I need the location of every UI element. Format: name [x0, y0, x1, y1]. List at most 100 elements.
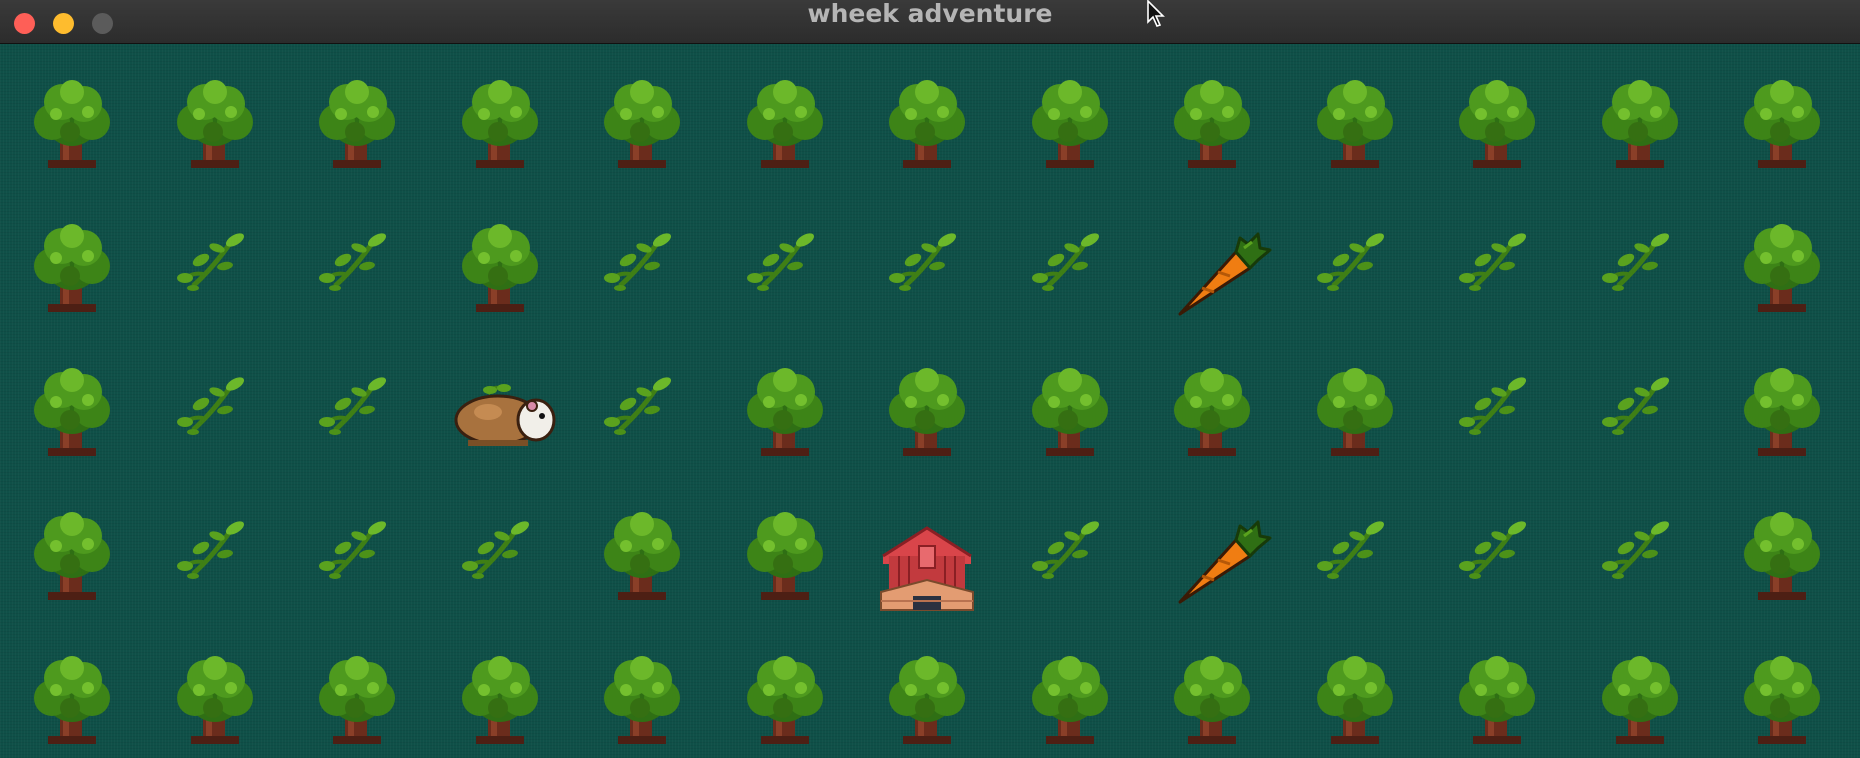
- grass-tile: [1283, 476, 1427, 620]
- grass-icon: [462, 521, 530, 579]
- grass-tile: [1283, 188, 1427, 332]
- grass-icon: [1602, 233, 1670, 291]
- tree-icon: [889, 656, 965, 744]
- tree-tile: [1425, 620, 1569, 758]
- tree-tile: [0, 44, 144, 188]
- tree-tile: [1140, 620, 1284, 758]
- carrot-tile: [1140, 188, 1284, 332]
- grass-icon: [889, 233, 957, 291]
- tree-icon: [34, 368, 110, 456]
- tree-tile: [998, 44, 1142, 188]
- tree-icon: [747, 656, 823, 744]
- guinea-pig-tile[interactable]: [428, 332, 572, 476]
- tree-icon: [747, 80, 823, 168]
- tree-icon: [604, 80, 680, 168]
- game-window: wheek adventure: [0, 0, 1860, 758]
- tree-tile: [285, 44, 429, 188]
- tree-tile: [1710, 44, 1854, 188]
- game-board[interactable]: [0, 44, 1860, 758]
- tree-tile: [1568, 620, 1712, 758]
- grass-tile: [570, 188, 714, 332]
- grass-tile: [143, 332, 287, 476]
- grass-tile: [1425, 188, 1569, 332]
- tree-tile: [428, 188, 572, 332]
- tree-icon: [1744, 512, 1820, 600]
- tree-tile: [1283, 44, 1427, 188]
- grass-icon: [604, 377, 672, 435]
- tree-tile: [1283, 620, 1427, 758]
- tree-tile: [570, 44, 714, 188]
- tree-tile: [713, 44, 857, 188]
- tree-tile: [570, 620, 714, 758]
- tree-tile: [1140, 332, 1284, 476]
- grass-tile: [285, 476, 429, 620]
- grass-icon: [1459, 233, 1527, 291]
- grass-icon: [1602, 521, 1670, 579]
- tree-tile: [285, 620, 429, 758]
- grass-tile: [428, 476, 572, 620]
- grass-icon: [177, 521, 245, 579]
- tree-tile: [1283, 332, 1427, 476]
- tree-tile: [428, 44, 572, 188]
- tree-tile: [1140, 44, 1284, 188]
- grass-tile: [1425, 332, 1569, 476]
- tree-tile: [998, 620, 1142, 758]
- tree-icon: [462, 80, 538, 168]
- grass-icon: [747, 233, 815, 291]
- grass-tile: [855, 188, 999, 332]
- carrot-icon: [1178, 520, 1272, 604]
- tree-tile: [143, 620, 287, 758]
- tree-icon: [1317, 368, 1393, 456]
- tree-tile: [0, 476, 144, 620]
- grass-tile: [143, 476, 287, 620]
- tree-icon: [462, 656, 538, 744]
- barn-tile: [855, 476, 999, 620]
- grass-icon: [1459, 521, 1527, 579]
- tree-tile: [713, 620, 857, 758]
- grass-icon: [319, 233, 387, 291]
- grass-icon: [1602, 377, 1670, 435]
- grass-icon: [1317, 233, 1385, 291]
- tree-icon: [1602, 656, 1678, 744]
- tree-tile: [1568, 44, 1712, 188]
- tree-tile: [855, 44, 999, 188]
- grass-tile: [998, 476, 1142, 620]
- tree-icon: [177, 656, 253, 744]
- grass-icon: [1459, 377, 1527, 435]
- tree-icon: [1032, 80, 1108, 168]
- tree-icon: [889, 368, 965, 456]
- grass-tile: [570, 332, 714, 476]
- grass-icon: [1032, 233, 1100, 291]
- tree-icon: [34, 224, 110, 312]
- title-bar[interactable]: wheek adventure: [0, 0, 1860, 44]
- tree-icon: [604, 512, 680, 600]
- tree-icon: [1459, 80, 1535, 168]
- tree-tile: [1710, 332, 1854, 476]
- grass-icon: [319, 377, 387, 435]
- tree-icon: [462, 224, 538, 312]
- tree-icon: [319, 80, 395, 168]
- tree-icon: [1744, 656, 1820, 744]
- carrot-icon: [1178, 232, 1272, 316]
- tree-icon: [1174, 656, 1250, 744]
- grass-icon: [319, 521, 387, 579]
- grass-icon: [177, 233, 245, 291]
- tree-tile: [1710, 188, 1854, 332]
- barn-icon: [880, 526, 974, 611]
- tree-icon: [1459, 656, 1535, 744]
- tree-icon: [1032, 368, 1108, 456]
- tree-tile: [428, 620, 572, 758]
- grass-icon: [604, 233, 672, 291]
- tree-icon: [1032, 656, 1108, 744]
- tree-icon: [604, 656, 680, 744]
- tree-icon: [177, 80, 253, 168]
- guinea-pig-icon: [454, 384, 556, 446]
- tree-icon: [747, 368, 823, 456]
- mouse-cursor-icon: [1147, 0, 1165, 27]
- carrot-tile: [1140, 476, 1284, 620]
- tree-tile: [713, 332, 857, 476]
- grass-tile: [285, 188, 429, 332]
- tree-tile: [143, 44, 287, 188]
- tree-tile: [855, 332, 999, 476]
- grass-tile: [143, 188, 287, 332]
